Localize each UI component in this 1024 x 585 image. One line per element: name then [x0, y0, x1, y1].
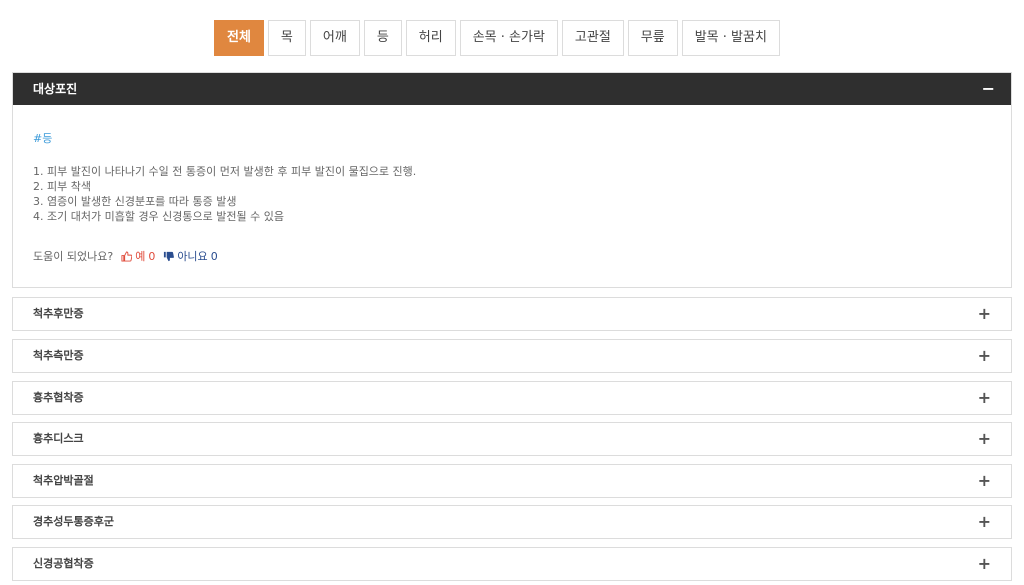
expand-icon[interactable]: +: [978, 382, 991, 414]
collapse-icon[interactable]: −: [982, 73, 995, 105]
thumbs-down-icon: [164, 251, 175, 261]
expand-icon[interactable]: +: [978, 340, 991, 372]
accordion-item[interactable]: 경추성두통증후군 +: [12, 505, 1012, 539]
accordion-title: 경추성두통증후군: [33, 515, 114, 528]
no-label: 아니요: [177, 250, 208, 263]
tab-waist[interactable]: 허리: [405, 20, 456, 56]
accordion-item[interactable]: 신경공협착증 +: [12, 547, 1012, 581]
tab-shoulder[interactable]: 어깨: [309, 20, 360, 56]
tab-knee[interactable]: 무릎: [627, 20, 678, 56]
symptom-line: 1. 피부 발진이 나타나기 수일 전 통증이 먼저 발생한 후 피부 발진이 …: [33, 165, 417, 178]
symptom-line: 4. 조기 대처가 미흡할 경우 신경통으로 발전될 수 있음: [33, 210, 284, 223]
symptom-line: 2. 피부 착색: [33, 180, 91, 193]
expand-icon[interactable]: +: [978, 298, 991, 330]
accordion-item[interactable]: 척추측만증 +: [12, 339, 1012, 373]
tab-back[interactable]: 등: [363, 20, 402, 56]
expand-icon[interactable]: +: [978, 506, 991, 538]
tag-link[interactable]: #등: [33, 130, 52, 146]
thumbs-up-icon: [121, 250, 133, 262]
accordion-title: 척추측만증: [33, 349, 84, 362]
accordion-title: 흉추디스크: [33, 432, 84, 445]
tab-hip-joint[interactable]: 고관절: [561, 20, 624, 56]
accordion-title: 척추압박골절: [33, 474, 94, 487]
tab-all[interactable]: 전체: [214, 20, 264, 56]
yes-count: 0: [148, 249, 156, 263]
expand-icon[interactable]: +: [978, 548, 991, 580]
accordion-item[interactable]: 척추압박골절 +: [12, 464, 1012, 498]
accordion-title: 흉추협착증: [33, 391, 84, 404]
feedback-row: 도움이 되었나요? 예 0 아니요 0: [33, 248, 218, 264]
expand-icon[interactable]: +: [978, 465, 991, 497]
feedback-yes-button[interactable]: 예 0: [121, 248, 155, 264]
tab-neck[interactable]: 목: [267, 20, 306, 56]
accordion-title: 척추후만증: [33, 307, 84, 320]
tab-ankle-heel[interactable]: 발목 · 발꿈치: [681, 20, 780, 56]
symptom-list: 1. 피부 발진이 나타나기 수일 전 통증이 먼저 발생한 후 피부 발진이 …: [33, 164, 416, 224]
accordion-item-shingles: 대상포진 − #등 1. 피부 발진이 나타나기 수일 전 통증이 먼저 발생한…: [12, 72, 1012, 288]
category-tabs: 전체 목 어깨 등 허리 손목 · 손가락 고관절 무릎 발목 · 발꿈치: [214, 20, 780, 56]
accordion-title: 대상포진: [33, 82, 78, 96]
tab-wrist-finger[interactable]: 손목 · 손가락: [459, 20, 558, 56]
yes-label: 예: [135, 250, 146, 263]
symptom-line: 3. 염증이 발생한 신경분포를 따라 통증 발생: [33, 195, 237, 208]
accordion-item[interactable]: 흉추협착증 +: [12, 381, 1012, 415]
accordion-item[interactable]: 흉추디스크 +: [12, 422, 1012, 456]
accordion-title: 신경공협착증: [33, 557, 94, 570]
feedback-no-button[interactable]: 아니요 0: [163, 248, 218, 264]
accordion-item[interactable]: 척추후만증 +: [12, 297, 1012, 331]
expand-icon[interactable]: +: [978, 423, 991, 455]
feedback-question: 도움이 되었나요?: [33, 250, 114, 263]
no-count: 0: [210, 249, 218, 263]
accordion-header[interactable]: 대상포진 −: [13, 73, 1011, 105]
